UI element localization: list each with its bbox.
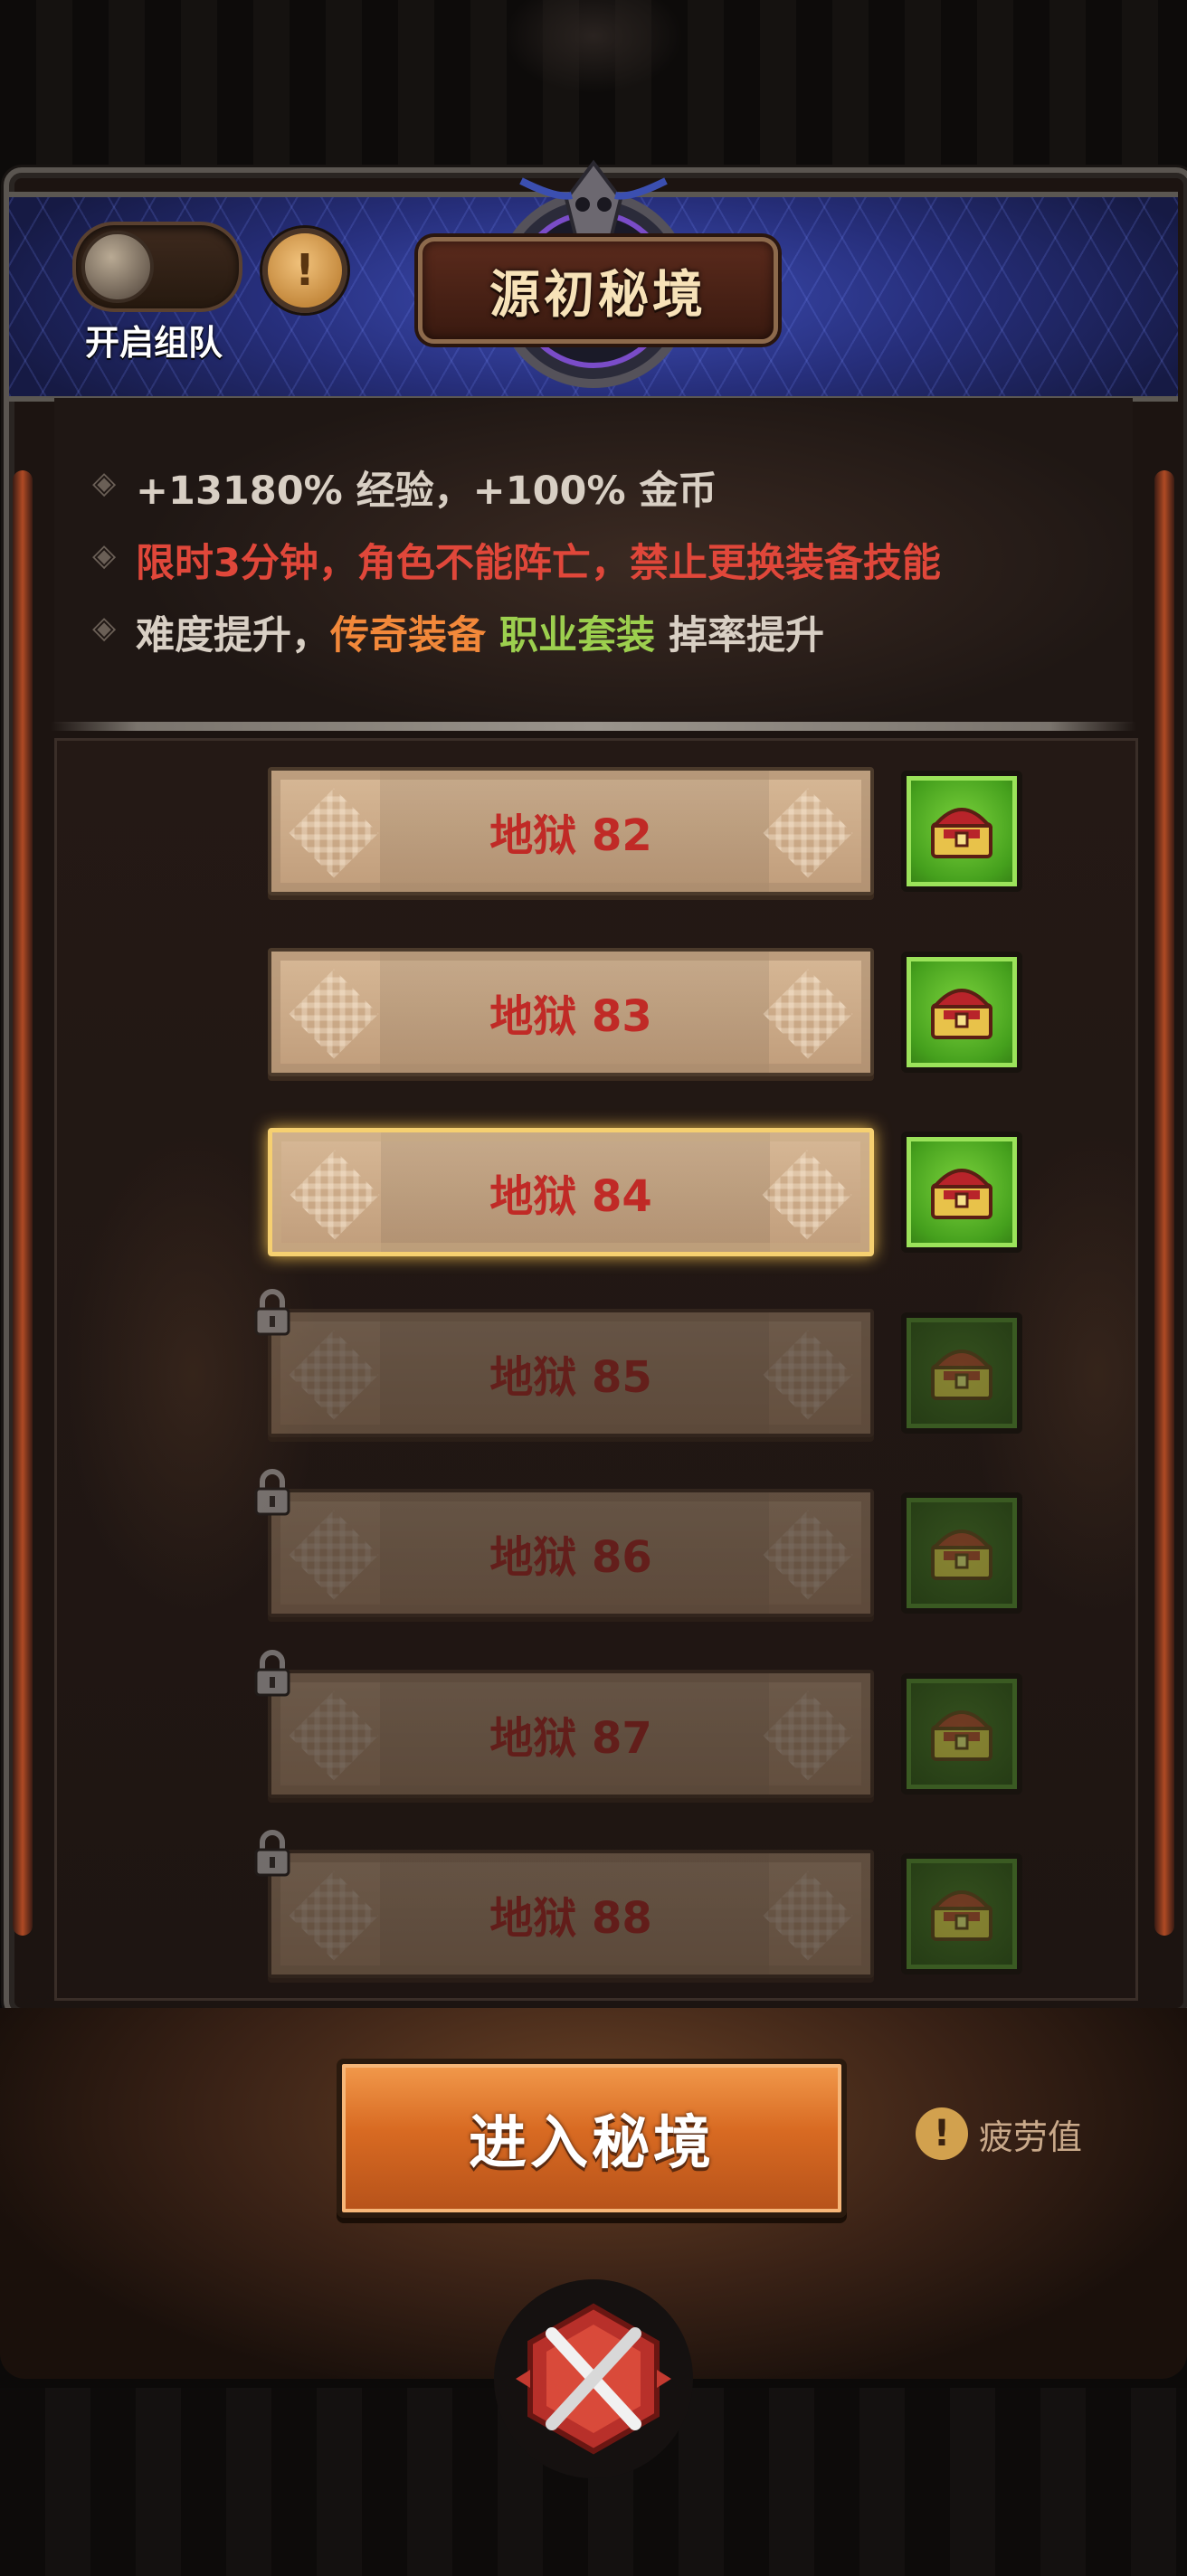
drops-prefix: 难度提升， — [136, 613, 330, 658]
level-label: 地狱 86 — [489, 1532, 652, 1583]
page-title: 源初秘境 — [489, 265, 707, 325]
class-set-text: 职业套装 — [499, 613, 655, 658]
level-row: 地狱 88 — [254, 1830, 874, 1978]
exclamation-icon: ! — [916, 2107, 968, 2160]
section-divider — [51, 722, 1136, 731]
reward-chest-button[interactable] — [901, 1853, 1022, 1975]
fatigue-label: 疲劳值 — [979, 2117, 1083, 2157]
bullet-icon: ◈ — [92, 465, 117, 501]
treasure-chest-icon — [926, 1158, 998, 1226]
legendary-gear-text: 传奇装备 — [330, 613, 486, 658]
padlock-icon — [252, 1830, 293, 1877]
level-row: 地狱 86 — [254, 1469, 874, 1617]
level-row: 地狱 82 — [268, 767, 874, 895]
crossed-swords-emblem-icon[interactable] — [489, 2279, 698, 2514]
enter-dungeon-label: 进入秘境 — [469, 2110, 715, 2177]
level-row: 地狱 85 — [254, 1289, 874, 1437]
padlock-icon — [252, 1650, 293, 1697]
level-button[interactable]: 地狱 85 — [268, 1309, 874, 1437]
level-label: 地狱 83 — [489, 991, 652, 1042]
level-row: 地狱 84 — [268, 1128, 874, 1256]
description-line-drops: ◈ 难度提升，传奇装备 职业套装 掉率提升 — [92, 604, 824, 660]
description-line-rules: ◈ 限时3分钟，角色不能阵亡，禁止更换装备技能 — [92, 532, 941, 588]
level-label: 地狱 87 — [489, 1713, 652, 1764]
level-label: 地狱 84 — [489, 1171, 652, 1222]
treasure-chest-icon — [926, 978, 998, 1046]
treasure-chest-icon — [926, 1700, 998, 1768]
team-toggle-label: 开启组队 — [85, 323, 223, 363]
fatigue-info[interactable]: ! 疲劳值 — [916, 2107, 1082, 2160]
level-label: 地狱 85 — [489, 1352, 652, 1403]
bullet-icon: ◈ — [92, 610, 117, 646]
reward-chest-button[interactable] — [901, 952, 1022, 1073]
level-button[interactable]: 地狱 84 — [268, 1128, 874, 1256]
exclamation-icon: ! — [295, 245, 315, 296]
rewards-text: +13180% 经验，+100% 金币 — [136, 469, 717, 514]
level-button[interactable]: 地狱 82 — [268, 767, 874, 895]
level-button[interactable]: 地狱 87 — [268, 1670, 874, 1798]
left-rail — [13, 470, 33, 1936]
enter-dungeon-button[interactable]: 进入秘境 — [337, 2059, 847, 2218]
toggle-knob — [81, 231, 154, 303]
reward-chest-button[interactable] — [901, 1132, 1022, 1253]
reward-chest-button[interactable] — [901, 1673, 1022, 1795]
level-row: 地狱 87 — [254, 1650, 874, 1798]
info-button[interactable]: ! — [262, 228, 347, 313]
level-label: 地狱 82 — [489, 810, 652, 861]
level-button[interactable]: 地狱 83 — [268, 948, 874, 1076]
rules-text: 限时3分钟，角色不能阵亡，禁止更换装备技能 — [136, 541, 941, 586]
level-button[interactable]: 地狱 88 — [268, 1850, 874, 1978]
bullet-icon: ◈ — [92, 537, 117, 573]
reward-chest-button[interactable] — [901, 1492, 1022, 1614]
drops-suffix: 掉率提升 — [668, 613, 824, 658]
right-rail — [1154, 470, 1174, 1936]
level-row: 地狱 83 — [268, 948, 874, 1076]
treasure-chest-icon — [926, 1519, 998, 1587]
treasure-chest-icon — [926, 797, 998, 866]
description-line-rewards: ◈ +13180% 经验，+100% 金币 — [92, 459, 717, 516]
reward-chest-button[interactable] — [901, 771, 1022, 892]
level-label: 地狱 88 — [489, 1893, 652, 1944]
team-toggle[interactable] — [72, 222, 242, 312]
level-button[interactable]: 地狱 86 — [268, 1489, 874, 1617]
padlock-icon — [252, 1469, 293, 1516]
padlock-icon — [252, 1289, 293, 1336]
reward-chest-button[interactable] — [901, 1312, 1022, 1434]
treasure-chest-icon — [926, 1339, 998, 1407]
treasure-chest-icon — [926, 1880, 998, 1948]
title-plate: 源初秘境 — [418, 237, 778, 344]
